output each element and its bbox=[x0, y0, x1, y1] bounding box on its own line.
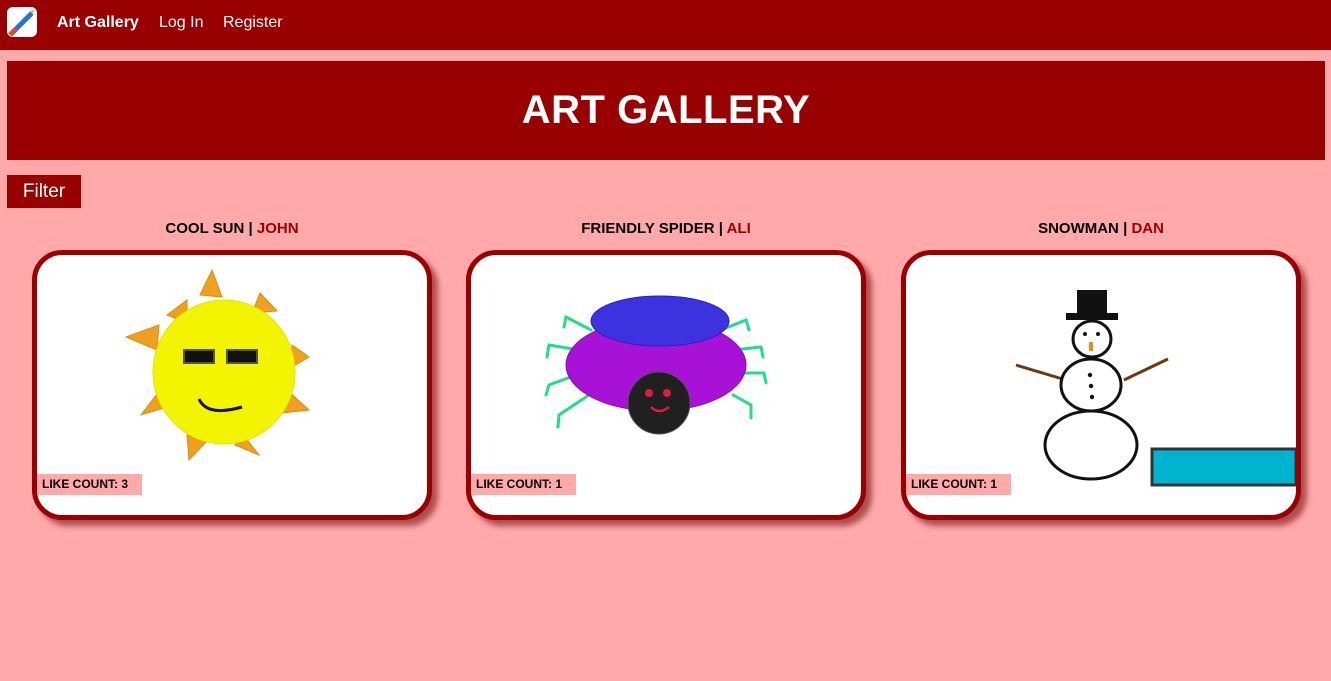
artwork-card[interactable]: LIKE COUNT: 3 bbox=[32, 250, 432, 520]
artwork-name: SNOWMAN bbox=[1038, 220, 1119, 237]
like-count-label: LIKE COUNT: bbox=[911, 477, 987, 491]
title-separator: | bbox=[1123, 220, 1128, 237]
artwork-name: COOL SUN bbox=[165, 220, 245, 237]
like-count-value: 1 bbox=[990, 477, 998, 491]
brand-link[interactable]: Art Gallery bbox=[57, 14, 139, 32]
like-count-label: LIKE COUNT: bbox=[476, 477, 552, 491]
artwork-card[interactable]: LIKE COUNT: 1 bbox=[901, 250, 1301, 520]
like-count-label: LIKE COUNT: bbox=[42, 477, 118, 491]
artwork-title: FRIENDLY SPIDER | ALI bbox=[466, 220, 866, 240]
artwork-name: FRIENDLY SPIDER bbox=[581, 220, 715, 237]
title-separator: | bbox=[248, 220, 253, 237]
title-separator: | bbox=[718, 220, 723, 237]
artist-name[interactable]: ALI bbox=[727, 220, 751, 237]
artwork-title: COOL SUN | JOHN bbox=[32, 220, 432, 240]
like-count-badge: LIKE COUNT: 3 bbox=[37, 474, 142, 495]
like-count-badge: LIKE COUNT: 1 bbox=[471, 474, 576, 495]
top-navbar: Art Gallery Log In Register bbox=[0, 0, 1331, 50]
like-count-badge: LIKE COUNT: 1 bbox=[906, 474, 1011, 495]
artist-name[interactable]: JOHN bbox=[257, 220, 299, 237]
register-link[interactable]: Register bbox=[223, 14, 283, 32]
hero-banner: ART GALLERY bbox=[7, 61, 1325, 160]
artwork-column: SNOWMAN | DAN LIKE COUNT: 1 bbox=[901, 220, 1301, 520]
page-title: ART GALLERY bbox=[521, 88, 811, 132]
like-count-value: 3 bbox=[121, 477, 129, 491]
artist-name[interactable]: DAN bbox=[1131, 220, 1164, 237]
artwork-title: SNOWMAN | DAN bbox=[901, 220, 1301, 240]
artwork-column: COOL SUN | JOHN LIKE COUNT: 3 bbox=[32, 220, 432, 520]
like-count-value: 1 bbox=[555, 477, 563, 491]
filter-button[interactable]: Filter bbox=[7, 175, 81, 208]
login-link[interactable]: Log In bbox=[159, 14, 203, 32]
artwork-card[interactable]: LIKE COUNT: 1 bbox=[466, 250, 866, 520]
artwork-column: FRIENDLY SPIDER | ALI LIKE COUNT: 1 bbox=[466, 220, 866, 520]
paintbrush-icon[interactable] bbox=[7, 7, 37, 37]
